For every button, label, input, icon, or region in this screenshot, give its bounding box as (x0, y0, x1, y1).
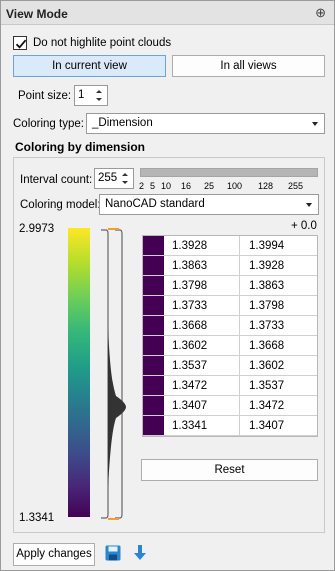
column-divider (239, 396, 240, 415)
point-size-value: 1 (78, 89, 85, 101)
table-row[interactable]: 1.3668 1.3733 (143, 316, 317, 336)
interval-to: 1.3668 (249, 340, 285, 352)
chevron-down-icon (306, 203, 312, 207)
interval-from: 1.3407 (172, 400, 208, 412)
color-swatch[interactable] (143, 336, 164, 355)
table-row[interactable]: 1.3733 1.3798 (143, 296, 317, 316)
chevron-down-icon (312, 122, 318, 126)
color-swatch[interactable] (143, 296, 164, 315)
histogram[interactable] (98, 228, 128, 520)
interval-to: 1.3472 (249, 400, 285, 412)
interval-from: 1.3472 (172, 380, 208, 392)
interval-from: 1.3537 (172, 360, 208, 372)
interval-from: 1.3928 (172, 240, 208, 252)
in-all-views-button[interactable]: In all views (172, 55, 325, 77)
column-divider (239, 276, 240, 295)
spin-down-icon[interactable] (96, 98, 102, 101)
color-swatch[interactable] (143, 276, 164, 295)
view-mode-panel: View Mode ⊕ Do not highlite point clouds… (0, 0, 335, 571)
legend-max-value: 2.9973 (19, 223, 55, 235)
interval-from: 1.3341 (172, 420, 208, 432)
checkmark-icon (15, 39, 27, 49)
save-icon[interactable] (104, 544, 122, 562)
table-row[interactable]: 1.3341 1.3407 (143, 416, 317, 436)
legend-min-value: 1.3341 (19, 512, 55, 524)
window-title: View Mode (6, 7, 68, 21)
spin-down-icon[interactable] (122, 181, 128, 184)
table-row[interactable]: 1.3928 1.3994 (143, 236, 317, 256)
interval-to: 1.3994 (249, 240, 285, 252)
point-size-label: Point size: (18, 90, 72, 102)
color-swatch[interactable] (143, 416, 164, 435)
apply-changes-button[interactable]: Apply changes (13, 543, 95, 566)
interval-count-spinbox[interactable]: 255 (94, 168, 134, 189)
column-divider (239, 356, 240, 375)
coloring-group-title: Coloring by dimension (15, 140, 146, 154)
point-size-spinbox[interactable]: 1 (74, 85, 108, 106)
slider-tick: 255 (288, 181, 304, 191)
color-swatch[interactable] (143, 396, 164, 415)
column-divider (239, 416, 240, 435)
column-divider (239, 256, 240, 275)
interval-from: 1.3798 (172, 280, 208, 292)
color-scale-bar (68, 228, 90, 517)
column-divider (239, 316, 240, 335)
interval-to: 1.3407 (249, 420, 285, 432)
reset-button[interactable]: Reset (141, 459, 318, 481)
slider-tick: 2 (139, 181, 145, 191)
download-arrow-icon[interactable] (131, 544, 149, 562)
histogram-distribution (108, 328, 126, 488)
coloring-model-select[interactable]: NanoCAD standard (99, 194, 319, 215)
interval-slider[interactable] (140, 168, 318, 177)
coloring-type-select[interactable]: _Dimension (86, 113, 325, 134)
interval-to: 1.3798 (249, 300, 285, 312)
color-swatch[interactable] (143, 316, 164, 335)
interval-to: 1.3863 (249, 280, 285, 292)
highlight-checkbox[interactable] (13, 36, 27, 50)
interval-from: 1.3668 (172, 320, 208, 332)
table-row[interactable]: 1.3407 1.3472 (143, 396, 317, 416)
interval-to: 1.3602 (249, 360, 285, 372)
slider-tick: 16 (181, 181, 192, 191)
coloring-type-value: _Dimension (92, 117, 153, 129)
table-row[interactable]: 1.3602 1.3668 (143, 336, 317, 356)
table-row[interactable]: 1.3798 1.3863 (143, 276, 317, 296)
color-swatch[interactable] (143, 376, 164, 395)
interval-count-label: Interval count: (20, 174, 93, 186)
titlebar: View Mode ⊕ (1, 1, 334, 25)
table-row[interactable]: 1.3863 1.3928 (143, 256, 317, 276)
interval-to: 1.3928 (249, 260, 285, 272)
column-divider (239, 296, 240, 315)
slider-tick: 100 (227, 181, 243, 191)
interval-to: 1.3733 (249, 320, 285, 332)
column-divider (239, 236, 240, 255)
coloring-model-value: NanoCAD standard (105, 198, 205, 210)
table-row[interactable]: 1.3537 1.3602 (143, 356, 317, 376)
pin-icon[interactable]: ⊕ (315, 5, 326, 21)
column-divider (239, 376, 240, 395)
color-swatch[interactable] (143, 256, 164, 275)
slider-tick: 10 (161, 181, 172, 191)
coloring-model-label: Coloring model: (20, 199, 101, 211)
interval-from: 1.3863 (172, 260, 208, 272)
slider-tick: 25 (204, 181, 215, 191)
in-current-view-button[interactable]: In current view (13, 55, 166, 77)
table-row[interactable]: 1.3472 1.3537 (143, 376, 317, 396)
spin-up-icon[interactable] (96, 90, 102, 93)
interval-from: 1.3602 (172, 340, 208, 352)
color-swatch[interactable] (143, 356, 164, 375)
interval-count-value: 255 (98, 172, 118, 184)
interval-table[interactable]: 1.3928 1.3994 1.3863 1.3928 1.3798 1.3863 1.37… (142, 235, 318, 437)
highlight-checkbox-label: Do not highlite point clouds (33, 37, 172, 49)
legend-offset: + 0.0 (291, 220, 317, 232)
interval-from: 1.3733 (172, 300, 208, 312)
spin-up-icon[interactable] (122, 173, 128, 176)
interval-to: 1.3537 (249, 380, 285, 392)
color-swatch[interactable] (143, 236, 164, 255)
slider-tick: 128 (258, 181, 274, 191)
coloring-type-label: Coloring type: (13, 118, 84, 130)
column-divider (239, 336, 240, 355)
slider-tick: 5 (150, 181, 156, 191)
